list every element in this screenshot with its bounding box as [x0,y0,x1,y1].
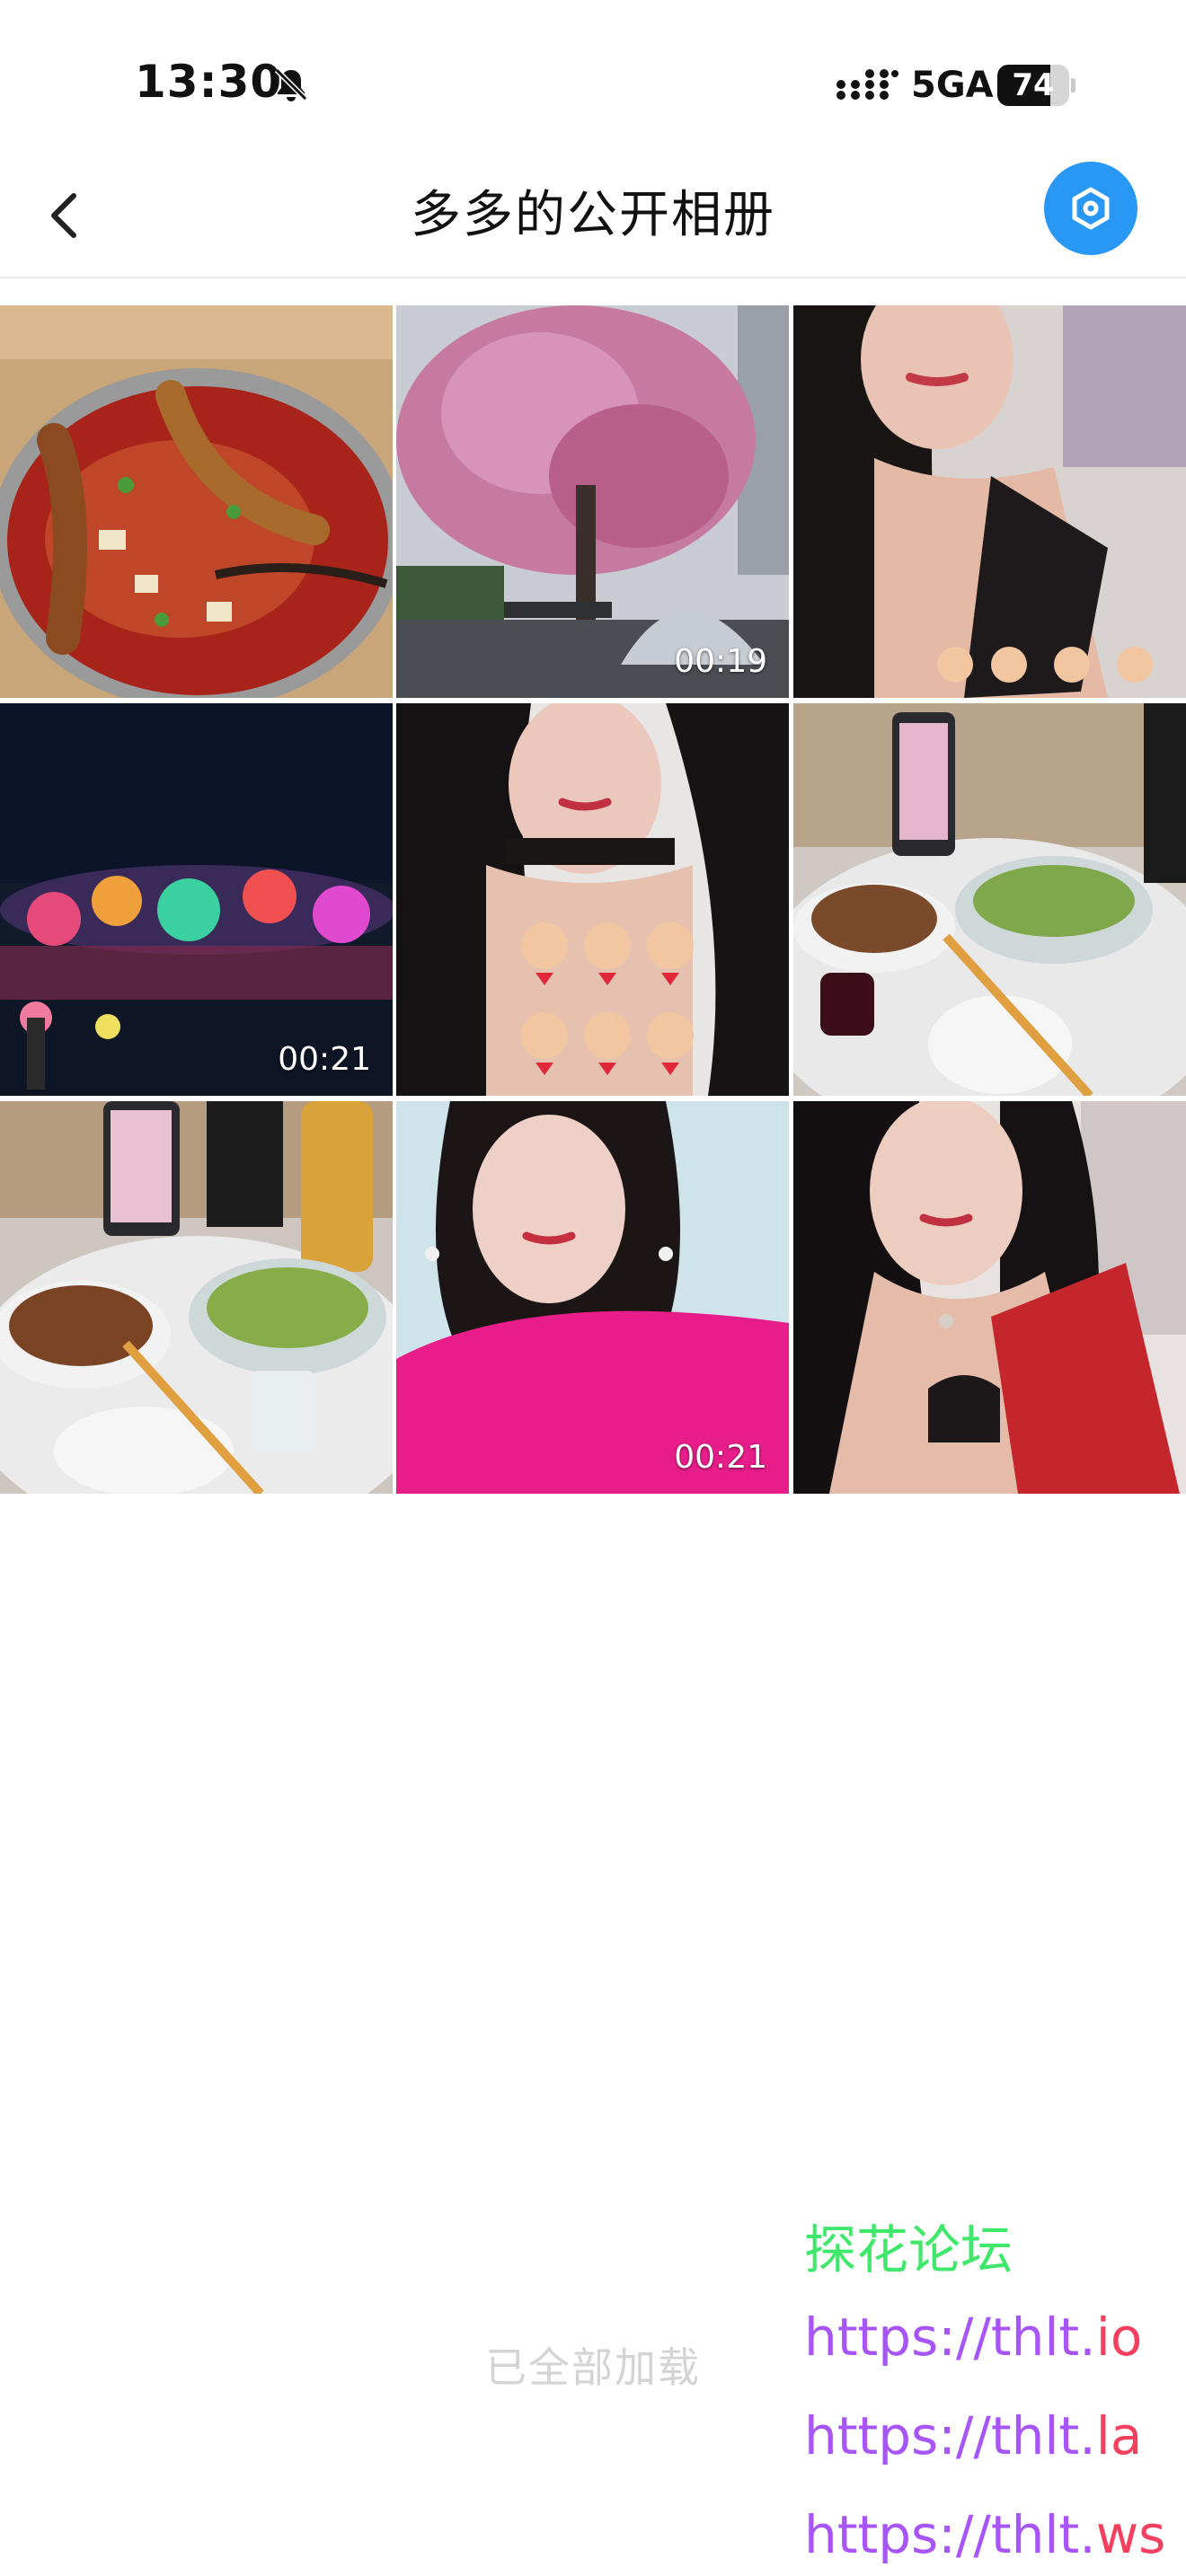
battery-percent: 74 [1012,67,1055,103]
photo-grid: 00:19 00:21 00:21 [0,305,1186,1495]
page-title: 多多的公开相册 [411,186,775,244]
signal-icon [836,69,898,100]
album-page: 13:30 5GA 74 多多的公开相册 00:19 00:21 00:21 已… [0,0,1186,2576]
grid-item-2[interactable]: 00:19 [396,305,789,698]
video-duration: 00:21 [278,1041,371,1078]
battery-indicator: 74 [997,65,1075,106]
grid-item-1[interactable] [0,305,393,698]
settings-button[interactable] [1044,162,1137,255]
bell-slash-icon [274,67,308,101]
grid-item-7[interactable] [0,1101,393,1494]
grid-item-4[interactable]: 00:21 [0,703,393,1096]
status-bar: 13:30 5GA 74 [0,0,1186,153]
watermark-url: https://thlt.ws [804,2504,1166,2565]
nav-bar: 多多的公开相册 [0,153,1186,278]
video-thumbnail [0,703,393,1096]
photo-thumbnail [793,1101,1186,1494]
video-thumbnail [396,1101,789,1494]
photo-thumbnail [793,703,1186,1096]
network-label: 5GA [911,65,994,106]
grid-item-3[interactable] [793,305,1186,698]
grid-item-9[interactable] [793,1101,1186,1494]
photo-thumbnail [396,703,789,1096]
chevron-left-icon [51,193,76,238]
video-thumbnail [396,305,789,698]
loaded-status-text: 已全部加载 [485,2343,701,2392]
video-duration: 00:19 [674,643,767,680]
grid-item-6[interactable] [793,703,1186,1096]
grid-item-5[interactable] [396,703,789,1096]
photo-thumbnail [793,305,1186,698]
watermark-url: https://thlt.la [804,2405,1143,2466]
photo-thumbnail [0,305,393,698]
status-time: 13:30 [135,56,283,108]
photo-thumbnail [0,1101,393,1494]
hexagon-settings-icon [1072,187,1110,230]
watermark-url: https://thlt.io [804,2307,1143,2368]
watermark-forum: 探花论坛 [804,2219,1013,2280]
video-duration: 00:21 [674,1439,767,1476]
back-button[interactable] [36,180,99,251]
grid-item-8[interactable]: 00:21 [396,1101,789,1494]
